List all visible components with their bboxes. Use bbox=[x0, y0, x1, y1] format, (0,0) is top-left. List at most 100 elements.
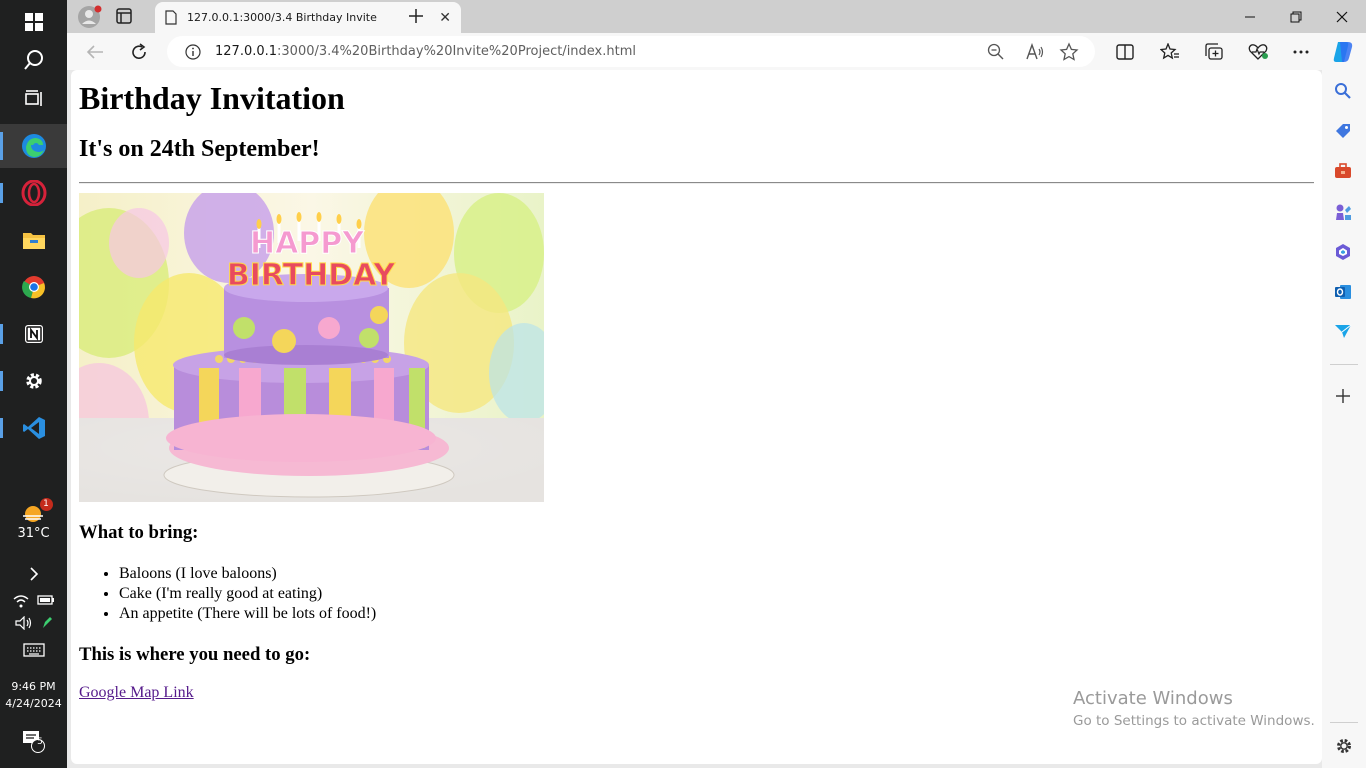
tab-actions-button[interactable] bbox=[114, 6, 136, 28]
sidebar-add-button[interactable] bbox=[1335, 388, 1351, 408]
opera-icon bbox=[21, 180, 46, 206]
taskbar-opera[interactable] bbox=[0, 171, 67, 215]
task-view-icon bbox=[24, 90, 42, 106]
page-heading: Birthday Invitation bbox=[79, 80, 345, 116]
sidebar-settings-button[interactable] bbox=[1335, 737, 1353, 759]
sidebar-shopping[interactable] bbox=[1334, 122, 1352, 144]
close-icon bbox=[1336, 11, 1348, 22]
url-host: 127.0.0.1 bbox=[215, 44, 278, 59]
activate-windows-watermark: Activate Windows Go to Settings to activ… bbox=[1073, 688, 1315, 729]
birthday-cake-image: HAPPY BIRTHDAY bbox=[79, 193, 544, 502]
battery-icon[interactable] bbox=[36, 594, 55, 606]
new-tab-button[interactable] bbox=[405, 5, 427, 27]
gear-icon bbox=[25, 373, 42, 389]
split-screen-button[interactable] bbox=[1109, 33, 1141, 70]
list-item: Baloons (I love baloons) bbox=[119, 564, 376, 584]
tray-row-audio bbox=[0, 616, 67, 630]
touch-keyboard-button[interactable] bbox=[0, 643, 67, 657]
vscode-icon bbox=[22, 417, 45, 439]
edge-icon bbox=[21, 134, 46, 158]
zoom-button[interactable] bbox=[987, 43, 1005, 65]
bring-heading: What to bring: bbox=[79, 522, 199, 543]
star-icon bbox=[1059, 42, 1079, 61]
search-button[interactable] bbox=[0, 38, 67, 82]
sidebar-send[interactable] bbox=[1334, 323, 1352, 343]
sidebar-outlook[interactable] bbox=[1334, 283, 1352, 305]
outlook-icon bbox=[1335, 285, 1351, 299]
task-view-button[interactable] bbox=[0, 77, 67, 121]
sidebar-search[interactable] bbox=[1334, 82, 1352, 104]
plus-icon bbox=[1336, 389, 1350, 403]
send-icon bbox=[1335, 324, 1352, 338]
notification-center-button[interactable]: 5 bbox=[0, 726, 67, 756]
bring-list: Baloons (I love baloons) Cake (I'm reall… bbox=[119, 564, 376, 624]
chevron-right-icon bbox=[29, 567, 38, 581]
refresh-icon bbox=[132, 42, 146, 59]
taskbar-settings[interactable] bbox=[0, 359, 67, 403]
back-button[interactable] bbox=[79, 33, 111, 70]
pen-icon[interactable] bbox=[41, 616, 53, 630]
url-text[interactable]: 127.0.0.1:3000/3.4%20Birthday%20Invite%2… bbox=[215, 44, 636, 59]
gear-icon bbox=[1337, 739, 1351, 753]
profile-button[interactable] bbox=[77, 4, 103, 30]
taskbar-notion[interactable] bbox=[0, 312, 67, 356]
shopping-tag-icon bbox=[1336, 124, 1350, 138]
arrow-left-icon bbox=[86, 44, 103, 59]
taskbar-chrome[interactable] bbox=[0, 265, 67, 309]
volume-icon[interactable] bbox=[14, 616, 33, 630]
weather-alert-badge: 1 bbox=[39, 498, 53, 511]
folder-icon bbox=[22, 233, 45, 249]
copilot-icon bbox=[1333, 41, 1353, 62]
edge-sidebar bbox=[1322, 70, 1366, 768]
weather-widget[interactable]: 1 31°C bbox=[0, 498, 67, 541]
profile-avatar-icon bbox=[78, 5, 102, 28]
watermark-title: Activate Windows bbox=[1073, 688, 1233, 709]
tab-actions-icon bbox=[116, 8, 132, 24]
read-aloud-button[interactable] bbox=[1025, 42, 1045, 65]
copilot-button[interactable] bbox=[1327, 33, 1359, 70]
collections-button[interactable] bbox=[1198, 33, 1230, 70]
browser-toolbar: 127.0.0.1:3000/3.4%20Birthday%20Invite%2… bbox=[67, 33, 1366, 70]
favorite-button[interactable] bbox=[1059, 42, 1079, 66]
info-icon[interactable] bbox=[185, 43, 201, 60]
split-screen-icon bbox=[1116, 43, 1134, 60]
sidebar-office[interactable] bbox=[1334, 243, 1352, 265]
tray-expand-button[interactable] bbox=[0, 566, 67, 582]
zoom-out-icon bbox=[987, 43, 1004, 60]
refresh-button[interactable] bbox=[123, 33, 155, 70]
system-clock[interactable]: 9:46 PM 4/24/2024 bbox=[0, 678, 67, 712]
tab-title: 127.0.0.1:3000/3.4 Birthday Invite bbox=[187, 11, 377, 24]
wifi-icon[interactable] bbox=[13, 594, 29, 608]
windows-taskbar: 1 31°C 9:46 PM 4/24/2024 5 bbox=[0, 0, 67, 768]
chess-piece-icon bbox=[1336, 204, 1351, 220]
list-item: Cake (I'm really good at eating) bbox=[119, 584, 376, 604]
favorites-button[interactable] bbox=[1154, 33, 1186, 70]
sidebar-tools[interactable] bbox=[1334, 163, 1352, 183]
page-file-icon bbox=[165, 10, 177, 25]
read-aloud-icon bbox=[1026, 42, 1044, 60]
close-window-button[interactable] bbox=[1319, 0, 1365, 33]
weather-icon: 1 bbox=[21, 498, 53, 524]
office-icon bbox=[1336, 244, 1350, 260]
taskbar-file-explorer[interactable] bbox=[0, 218, 67, 262]
taskbar-vscode[interactable] bbox=[0, 406, 67, 450]
minimize-icon bbox=[1245, 16, 1255, 17]
clock-date: 4/24/2024 bbox=[5, 697, 62, 710]
browser-essentials-button[interactable] bbox=[1242, 33, 1274, 70]
taskbar-edge[interactable] bbox=[0, 124, 67, 168]
location-heading: This is where you need to go: bbox=[79, 644, 311, 665]
minimize-button[interactable] bbox=[1227, 0, 1273, 33]
google-map-link[interactable]: Google Map Link bbox=[79, 684, 194, 702]
notion-icon bbox=[24, 325, 43, 343]
address-bar[interactable]: 127.0.0.1:3000/3.4%20Birthday%20Invite%2… bbox=[167, 36, 1095, 67]
more-horizontal-icon bbox=[1293, 50, 1309, 53]
cake-topper-birthday: BIRTHDAY bbox=[227, 258, 397, 293]
sidebar-games[interactable] bbox=[1334, 203, 1352, 225]
search-icon bbox=[1335, 83, 1351, 99]
watermark-subtitle: Go to Settings to activate Windows. bbox=[1073, 713, 1315, 729]
search-icon bbox=[23, 50, 43, 70]
settings-and-more-button[interactable] bbox=[1285, 33, 1317, 70]
restore-button[interactable] bbox=[1273, 0, 1319, 33]
weather-temperature: 31°C bbox=[17, 526, 50, 541]
tab-close-icon[interactable]: ✕ bbox=[439, 10, 451, 26]
